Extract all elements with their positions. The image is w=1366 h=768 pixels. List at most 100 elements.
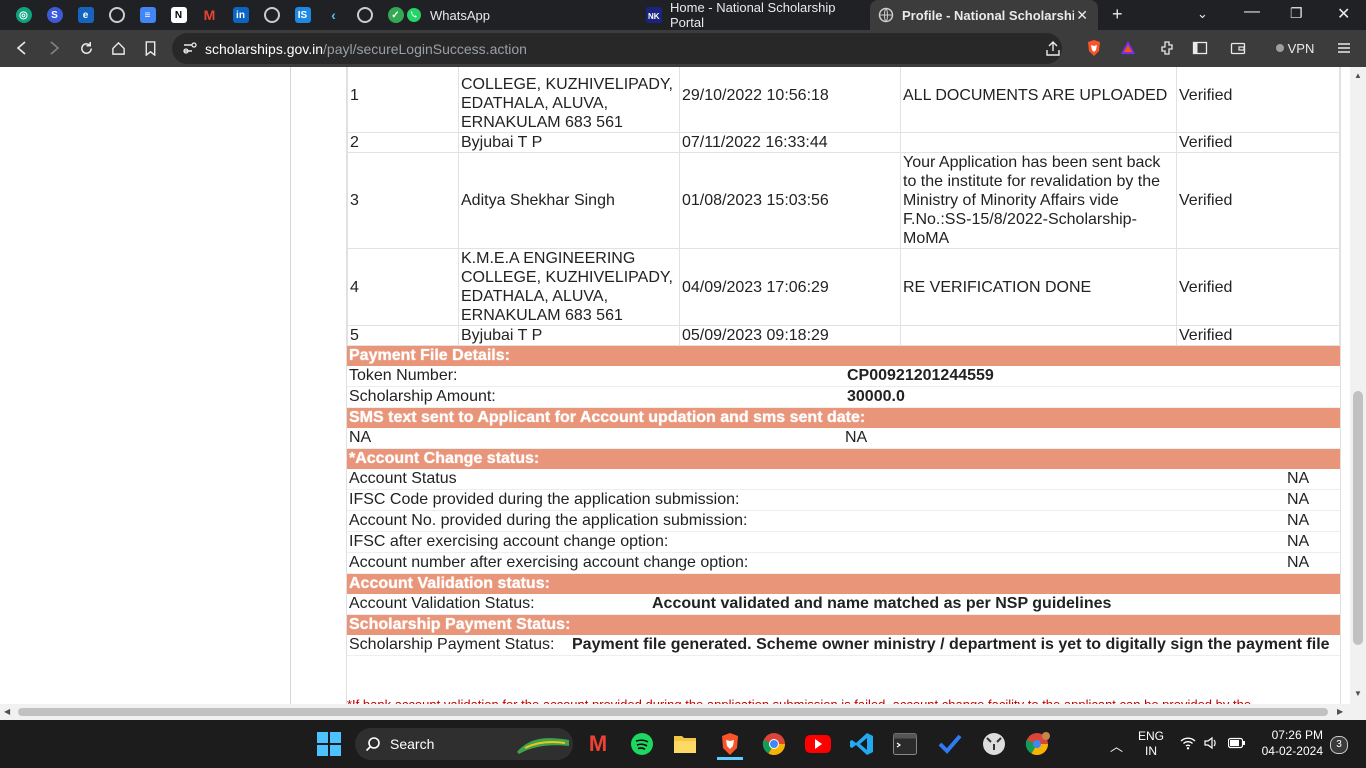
menu-icon[interactable] [1335,39,1353,57]
brave-shields-icon[interactable] [1085,39,1103,57]
sms-text-value: NA [349,429,372,446]
pinned-tab-e[interactable]: e [70,5,101,25]
taskbar-youtube[interactable] [805,731,831,757]
address-bar[interactable]: scholarships.gov.in/payl/secureLoginSucc… [172,33,1062,64]
forward-button[interactable] [44,38,64,58]
brave-rewards-icon[interactable] [1119,39,1137,57]
taskbar-app[interactable] [981,731,1007,757]
remarks-cell: ALL DOCUMENTS ARE UPLOADED [900,67,1177,133]
taskbar-spotify[interactable] [629,731,655,757]
vertical-scrollbar[interactable]: ▲ ▼ [1350,67,1366,704]
table-row: 2 Byjubai T P 07/11/2022 16:33:44 Verifi… [347,132,1340,153]
pinned-tab-globe-2[interactable] [256,5,287,25]
date-cell: 05/09/2023 09:18:29 [679,325,901,346]
pinned-tab-notion[interactable]: N [163,5,194,25]
taskbar-search[interactable]: Search [355,728,573,760]
clock[interactable]: 07:26 PM 04-02-2024 [1253,727,1323,759]
taskbar-vscode[interactable] [849,731,875,757]
pinned-tab-globe-3[interactable] [349,5,380,25]
verified-by-cell: COLLEGE, KUZHIVELIPADY, COLLEGE, KUZHIVE… [458,67,680,133]
show-hidden-icons-chevron-icon[interactable]: ︿ [1110,736,1123,755]
minimize-button[interactable]: — [1244,3,1260,21]
date-cell: 04/09/2023 17:06:29 [679,248,901,326]
is-app-icon: IS [294,7,311,23]
taskbar-file-explorer[interactable] [672,731,698,757]
maximize-button[interactable]: ❐ [1290,5,1303,22]
pinned-tab-globe-1[interactable] [101,5,132,25]
tab-profile-nsp[interactable]: Profile - National Scholarship P ✕ [870,0,1098,30]
back-button[interactable] [12,38,32,58]
battery-icon[interactable] [1227,737,1246,752]
share-icon[interactable] [1044,40,1062,58]
scroll-right-arrow-icon[interactable]: ▶ [1337,707,1343,716]
account-change-row: Account Status NA [347,469,1340,490]
verification-history-table: 1 COLLEGE, KUZHIVELIPADY, COLLEGE, KUZHI… [347,67,1340,346]
tab-whatsapp[interactable]: WhatsApp [406,0,636,30]
wifi-icon[interactable] [1180,736,1196,753]
taskbar-brave[interactable] [717,731,743,760]
vertical-scroll-thumb[interactable] [1353,391,1363,645]
taskbar-chrome-profile[interactable] [1025,731,1051,757]
status-panel: 1 COLLEGE, KUZHIVELIPADY, COLLEGE, KUZHI… [346,67,1341,704]
youtube-icon [805,735,831,753]
account-change-label: IFSC after exercising account change opt… [349,533,669,550]
extensions-icon[interactable] [1158,39,1176,57]
scroll-left-arrow-icon[interactable]: ◀ [4,707,10,716]
taskbar-gmail[interactable]: M [585,731,611,757]
pinned-tab-is[interactable]: IS [287,5,318,25]
site-info-icon[interactable] [183,41,197,55]
start-button[interactable] [317,732,341,756]
pinned-tab-linkedin[interactable]: in [225,5,256,25]
spotify-icon [631,733,653,755]
scroll-up-arrow-icon[interactable]: ▲ [1354,71,1362,80]
wallet-icon[interactable] [1229,39,1247,57]
scholarship-payment-row: Scholarship Payment Status: Payment file… [347,635,1340,656]
sno-cell: 4 [347,248,459,326]
new-tab-button[interactable]: + [1112,4,1123,25]
bookmark-button[interactable] [140,38,160,58]
reload-button[interactable] [76,38,96,58]
tab-title: Home - National Scholarship Portal [670,0,836,30]
language-indicator[interactable]: ENG IN [1138,729,1164,759]
close-window-button[interactable]: ✕ [1337,4,1350,24]
vpn-status-icon [1275,44,1284,52]
windows-logo-icon [317,732,341,756]
account-change-value: NA [1287,470,1310,487]
pinned-tabs: ◎ S e ≡ N M in IS ‹ ✓ [8,5,411,25]
home-button[interactable] [108,38,128,58]
taskbar-terminal[interactable] [892,731,918,757]
taskbar-chrome[interactable] [761,731,787,757]
pinned-tab-k[interactable]: ‹ [318,5,349,25]
date-cell: 01/08/2023 15:03:56 [679,152,901,249]
close-tab-icon[interactable]: ✕ [1076,7,1088,24]
s-app-icon: S [46,7,63,23]
pinned-tab-chatgpt[interactable]: ◎ [8,5,39,25]
table-row: 4 K.M.E.A ENGINEERING COLLEGE, KUZHIVELI… [347,248,1340,326]
pinned-tab-s[interactable]: S [39,5,70,25]
date-cell: 29/10/2022 10:56:18 [679,67,901,133]
taskbar-todo[interactable] [937,731,963,757]
status-cell: Verified [1176,325,1340,346]
account-change-value: NA [1287,554,1310,571]
notification-badge[interactable]: 3 [1330,736,1348,754]
e-app-icon: e [77,7,94,23]
pinned-tab-gmail[interactable]: M [194,5,225,25]
vpn-button[interactable]: VPN [1268,36,1322,60]
horizontal-scrollbar[interactable]: ◀ ▶ [0,704,1350,720]
sidebar-icon[interactable] [1191,39,1209,57]
account-validation-value: Account validated and name matched as pe… [652,595,1112,612]
vscode-icon [850,733,873,755]
docs-icon: ≡ [139,7,156,23]
scholarship-payment-heading: Scholarship Payment Status: [347,615,1340,635]
tab-search-chevron-icon[interactable]: ⌄ [1197,6,1208,22]
volume-icon[interactable] [1204,736,1218,753]
account-change-label: Account number after exercising account … [349,554,749,571]
scroll-down-arrow-icon[interactable]: ▼ [1354,689,1362,698]
tab-nsp-home[interactable]: NK Home - National Scholarship Portal [646,0,866,30]
chatgpt-icon: ◎ [15,7,32,23]
horizontal-scroll-thumb[interactable] [18,708,1328,716]
pinned-tab-docs[interactable]: ≡ [132,5,163,25]
scholarship-amount-row: Scholarship Amount: 30000.0 [347,387,1340,408]
sno-cell: 2 [347,132,459,153]
account-change-row: IFSC after exercising account change opt… [347,532,1340,553]
